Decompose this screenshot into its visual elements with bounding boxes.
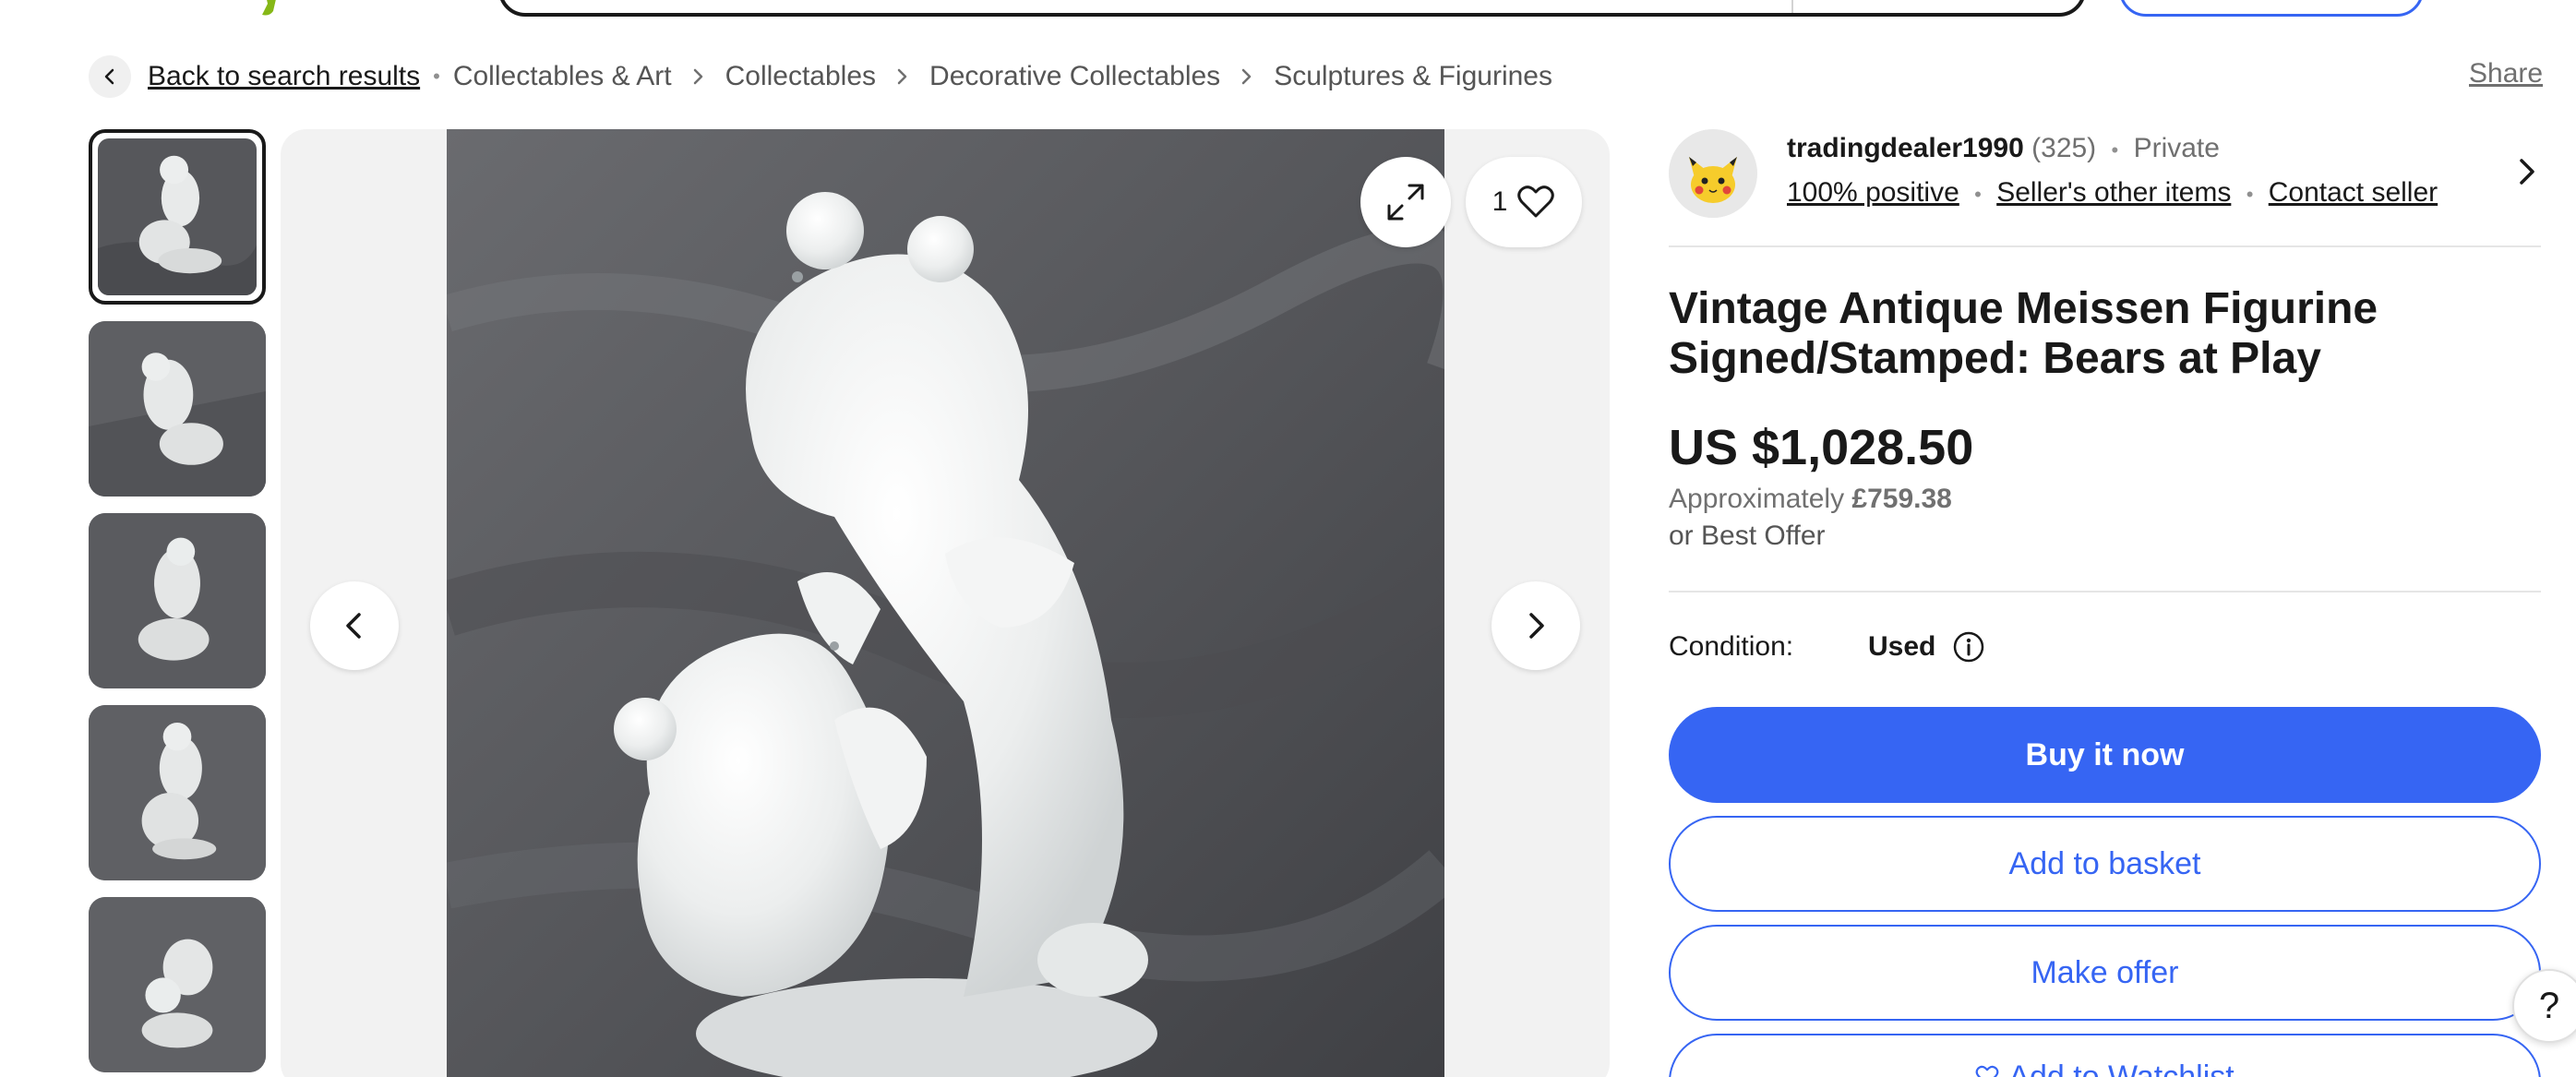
add-to-watchlist-button[interactable]: Add to Watchlist <box>1669 1034 2541 1077</box>
share-link[interactable]: Share <box>2469 58 2543 90</box>
separator-dot: • <box>433 65 440 88</box>
back-to-results-link[interactable]: Back to search results <box>148 61 420 92</box>
figurine-thumbnail-image <box>89 513 266 688</box>
thumbnail-1[interactable] <box>89 129 266 305</box>
breadcrumb-item[interactable]: Collectables & Art <box>453 61 672 92</box>
chevron-right-icon <box>1529 613 1544 639</box>
buy-it-now-button[interactable]: Buy it now <box>1669 707 2541 803</box>
seller-name[interactable]: tradingdealer1990 <box>1787 133 2024 163</box>
info-icon[interactable] <box>1952 630 1985 664</box>
figurine-thumbnail-image <box>89 321 266 497</box>
breadcrumb: Back to search results • Collectables & … <box>89 54 1552 100</box>
image-gallery: 1 <box>281 129 1610 1077</box>
chevron-right-icon <box>896 67 909 86</box>
separator-dot: • <box>2111 138 2119 162</box>
seller-line: tradingdealer1990 (325) • Private <box>1787 133 2220 164</box>
thumbnail-5[interactable] <box>89 897 266 1072</box>
seller-links: 100% positive • Seller's other items • C… <box>1787 177 2438 209</box>
best-offer-note: or Best Offer <box>1669 521 1826 551</box>
separator-dot: • <box>1974 183 1982 206</box>
add-to-basket-button[interactable]: Add to basket <box>1669 816 2541 912</box>
back-button[interactable] <box>89 55 131 98</box>
add-to-watchlist-label: Add to Watchlist <box>2008 1059 2235 1077</box>
thumbnail-4[interactable] <box>89 705 266 880</box>
ebay-logo-fragment[interactable] <box>249 0 305 17</box>
chevron-right-icon <box>692 67 705 86</box>
breadcrumb-item[interactable]: Sculptures & Figurines <box>1274 61 1552 92</box>
approx-label: Approximately <box>1669 484 1845 514</box>
figurine-thumbnail-image <box>89 897 266 1072</box>
contact-seller-link[interactable]: Contact seller <box>2269 177 2438 208</box>
listing-title: Vintage Antique Meissen Figurine Signed/… <box>1669 284 2378 383</box>
condition-label: Condition: <box>1669 631 1794 662</box>
seller-type: Private <box>2133 133 2220 163</box>
make-offer-button[interactable]: Make offer <box>1669 925 2541 1021</box>
search-button[interactable] <box>2119 0 2424 17</box>
chevron-right-icon <box>1240 67 1253 86</box>
heart-icon <box>1975 1065 1999 1077</box>
chevron-left-icon <box>346 613 361 639</box>
next-image-button[interactable] <box>1492 581 1580 670</box>
breadcrumb-item[interactable]: Decorative Collectables <box>929 61 1220 92</box>
previous-image-button[interactable] <box>310 581 399 670</box>
approx-value: £759.38 <box>1851 484 1952 514</box>
watch-count: 1 <box>1492 186 1508 217</box>
expand-icon <box>1387 184 1424 221</box>
approx-price: Approximately £759.38 <box>1669 484 2541 515</box>
expand-image-button[interactable] <box>1360 157 1451 247</box>
feedback-count: (325) <box>2031 133 2097 163</box>
thumbnail-3[interactable] <box>89 513 266 688</box>
breadcrumb-item[interactable]: Collectables <box>725 61 876 92</box>
seller-info[interactable]: tradingdealer1990 (325) • Private 100% p… <box>1669 129 2541 247</box>
search-bar[interactable] <box>498 0 2086 17</box>
price: US $1,028.50 <box>1669 420 1974 475</box>
figurine-thumbnail-image <box>98 138 257 295</box>
figurine-thumbnail-image <box>89 705 266 880</box>
avatar[interactable] <box>1669 129 1757 218</box>
pikachu-avatar-icon <box>1669 129 1757 218</box>
thumbnail-strip <box>89 129 266 1077</box>
thumbnail-2[interactable] <box>89 321 266 497</box>
seller-other-items-link[interactable]: Seller's other items <box>1996 177 2231 208</box>
search-divider <box>1791 0 1793 13</box>
main-product-image[interactable] <box>447 129 1444 1077</box>
divider <box>1669 591 2541 592</box>
condition-value: Used <box>1868 631 1936 662</box>
positive-feedback-link[interactable]: 100% positive <box>1787 177 1959 208</box>
chevron-left-icon <box>104 68 114 85</box>
condition-row: Condition: Used <box>1669 626 2541 668</box>
chevron-right-icon[interactable] <box>2513 153 2541 190</box>
shop-by-category-fragment[interactable]: ▁▁▁▁ <box>374 0 438 6</box>
item-details: tradingdealer1990 (325) • Private 100% p… <box>1669 129 2541 1077</box>
watch-count-button[interactable]: 1 <box>1466 157 1582 247</box>
separator-dot: • <box>2246 183 2254 206</box>
heart-icon <box>1517 185 1555 218</box>
